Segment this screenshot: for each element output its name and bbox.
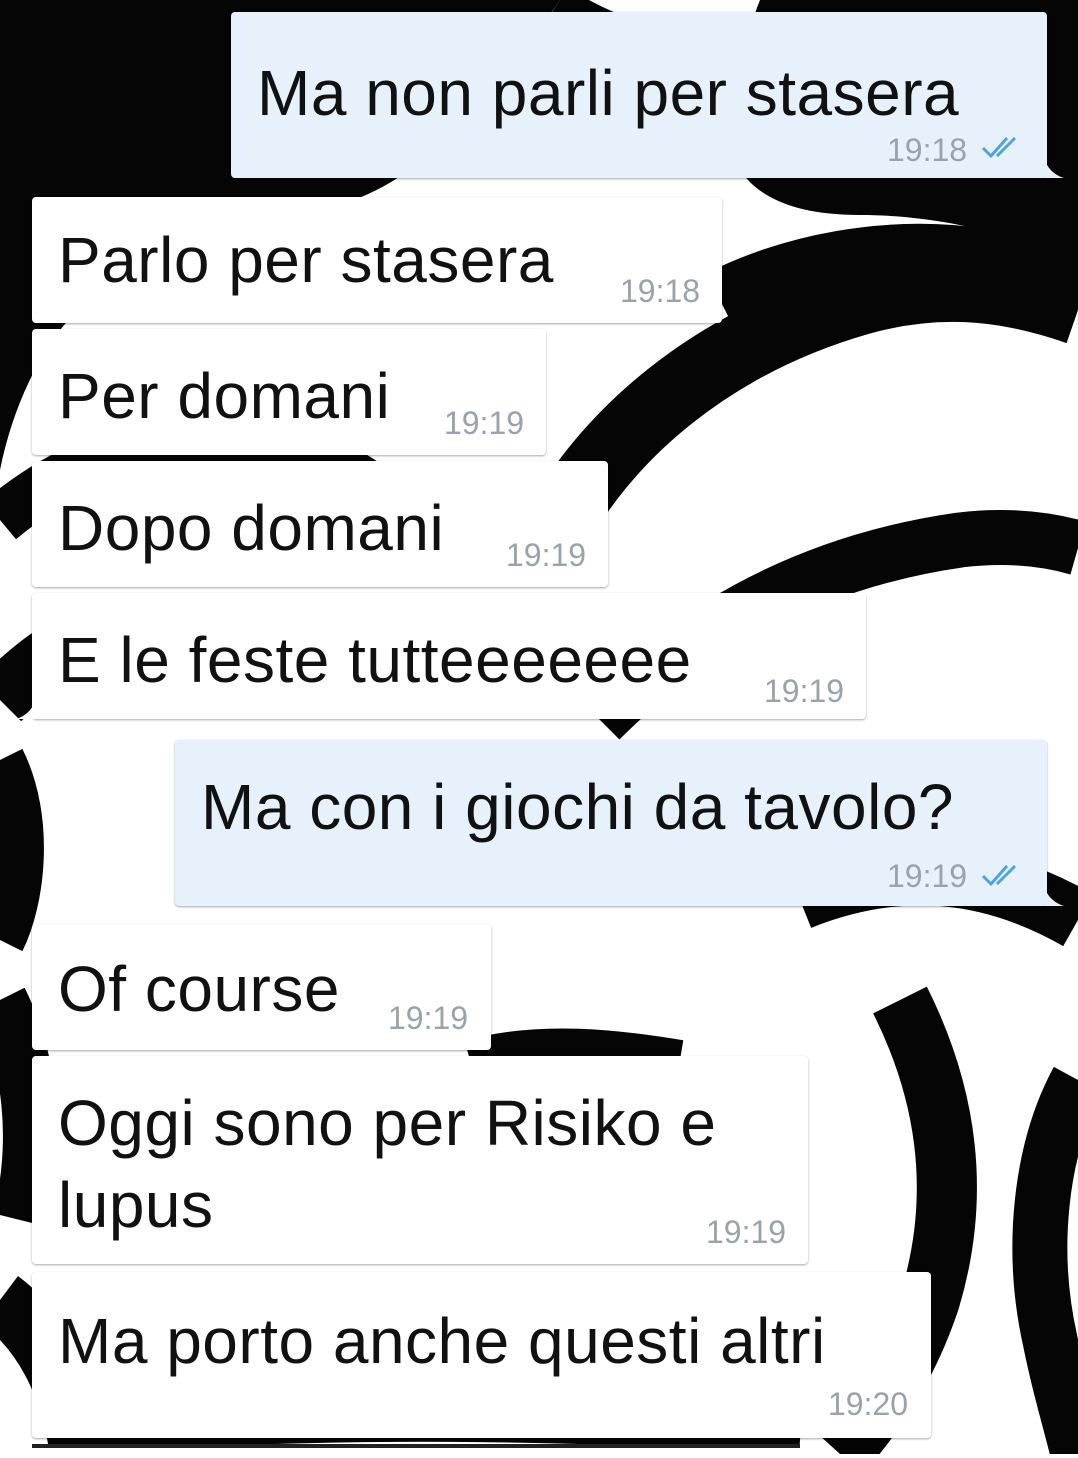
message-text: Of course	[58, 953, 340, 1025]
message-bubble-incoming[interactable]: Per domani 19:19	[32, 329, 546, 455]
message-time: 19:18	[620, 273, 701, 309]
message-time: 19:20	[828, 1386, 909, 1422]
message-text: Ma porto anche questi altri	[58, 1305, 826, 1377]
message-time: 19:19	[706, 1214, 787, 1250]
message-time: 19:19	[388, 1000, 469, 1036]
message-text: Parlo per stasera	[58, 224, 554, 296]
message-bubble-incoming[interactable]: Dopo domani 19:19	[32, 461, 608, 587]
message-bubble-incoming[interactable]: E le feste tutteeeeeee 19:19	[32, 593, 866, 719]
message-bubble-incoming[interactable]: Parlo per stasera 19:18	[32, 197, 722, 323]
message-text: E le feste tutteeeeeee	[58, 624, 692, 696]
message-time: 19:19	[506, 537, 587, 573]
message-time: 19:18	[887, 132, 968, 168]
message-text: Oggi sono per Risiko e lupus	[58, 1087, 717, 1241]
message-text: Ma non parli per stasera	[257, 57, 960, 129]
message-bubble-outgoing[interactable]: Ma non parli per stasera 19:18	[231, 12, 1047, 178]
message-time: 19:19	[444, 405, 525, 441]
bubble-tail	[1044, 158, 1064, 178]
message-time: 19:19	[764, 673, 845, 709]
message-text: Dopo domani	[58, 492, 445, 564]
read-double-check-icon	[981, 864, 1017, 887]
read-double-check-icon	[981, 136, 1017, 159]
bubble-tail	[1044, 886, 1064, 906]
message-bubble-outgoing[interactable]: Ma con i giochi da tavolo? 19:19	[175, 740, 1047, 906]
next-message-partial	[32, 1444, 800, 1458]
message-time: 19:19	[887, 858, 968, 894]
message-bubble-incoming[interactable]: Of course 19:19	[32, 924, 491, 1050]
message-text: Per domani	[58, 360, 391, 432]
message-bubble-incoming[interactable]: Oggi sono per Risiko e lupus 19:19	[32, 1056, 808, 1264]
message-bubble-incoming[interactable]: Ma porto anche questi altri 19:20	[32, 1272, 931, 1438]
message-text: Ma con i giochi da tavolo?	[201, 771, 954, 843]
bubble-tail	[16, 699, 36, 719]
